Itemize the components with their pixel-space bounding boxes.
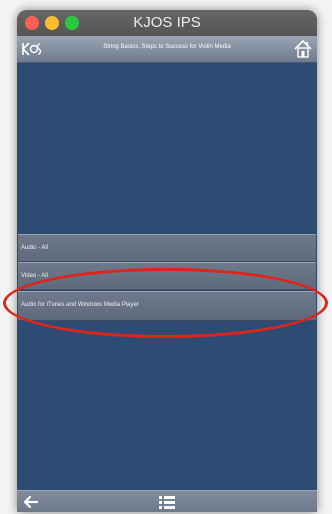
page-title: String Basics, Steps to Success for Viol… [103, 44, 231, 50]
home-icon[interactable] [293, 39, 313, 59]
list-item-label: Audio for iTunes and Windows Media Playe… [21, 302, 139, 308]
app-window: KJOS IPS String Basics, Steps to Success… [17, 10, 317, 512]
back-arrow-icon[interactable] [23, 494, 39, 510]
window-titlebar: KJOS IPS [17, 10, 317, 36]
list-item-video-all[interactable]: Video - All [18, 262, 316, 290]
list-item-label: Video - All [21, 273, 48, 279]
window-title: KJOS IPS [133, 14, 201, 31]
list-menu-icon[interactable] [159, 494, 175, 510]
list-item-label: Audio - All [21, 245, 49, 251]
kjos-logo[interactable] [20, 41, 42, 57]
bottom-toolbar [17, 490, 317, 512]
list-item-audio-all[interactable]: Audio - All [18, 234, 316, 262]
list-item-audio-itunes-wmp[interactable]: Audio for iTunes and Windows Media Playe… [18, 291, 316, 321]
app-header: String Basics, Steps to Success for Viol… [17, 36, 317, 63]
